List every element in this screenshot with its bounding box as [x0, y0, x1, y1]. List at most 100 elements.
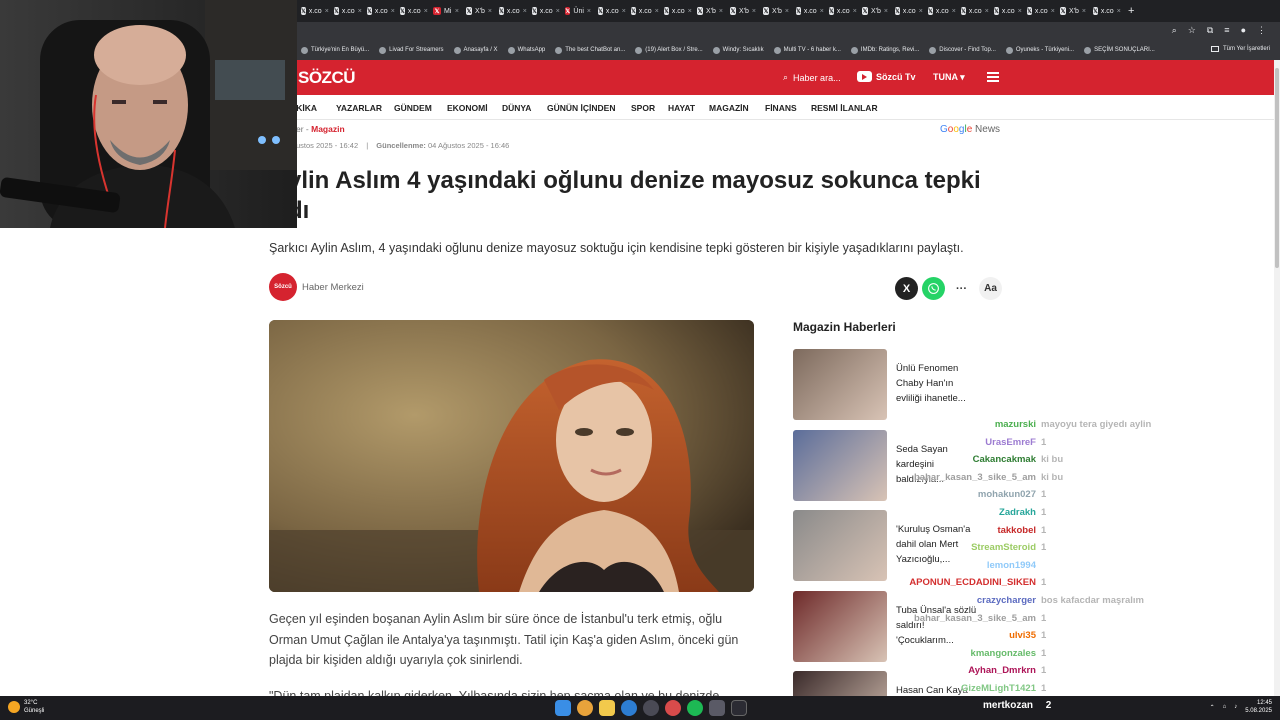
bookmark-item[interactable]: Livad For Streamers [379, 46, 444, 54]
nav-item[interactable]: YAZARLAR [336, 103, 382, 113]
app-icon[interactable] [731, 700, 747, 716]
all-bookmarks[interactable]: Tüm Yer İşaretleri [1210, 46, 1270, 52]
tab-close-icon[interactable]: × [985, 8, 989, 15]
sidebar-news-item[interactable]: Seda Sayan kardeşini baldızıyla... [793, 430, 983, 501]
browser-tab[interactable]: 𝕏x.co × [660, 2, 693, 20]
tab-close-icon[interactable]: × [919, 8, 923, 15]
nav-item[interactable]: FİNANS [765, 103, 797, 113]
tab-close-icon[interactable]: × [952, 8, 956, 15]
browser-tab[interactable]: 𝕏 Mi × [429, 2, 462, 20]
author-avatar[interactable]: Sözcü [269, 273, 297, 301]
tab-close-icon[interactable]: × [424, 8, 428, 15]
browser-tab[interactable]: 𝕏x.co × [528, 2, 561, 20]
tab-close-icon[interactable]: × [1117, 8, 1121, 15]
share-whatsapp-button[interactable] [922, 277, 945, 300]
app-icon[interactable] [709, 700, 725, 716]
share-x-button[interactable]: X [895, 277, 918, 300]
tab-close-icon[interactable]: × [853, 8, 857, 15]
browser-tab[interactable]: 𝕏x.co × [297, 2, 330, 20]
nav-item[interactable]: GÜNDEM [394, 103, 432, 113]
more-icon[interactable]: ⋮ [1257, 25, 1266, 36]
browser-tab[interactable]: 𝕏 Üni × [561, 2, 594, 20]
browser-tab[interactable]: 𝕏 X'b × [462, 2, 495, 20]
chrome-icon[interactable] [577, 700, 593, 716]
start-icon[interactable] [555, 700, 571, 716]
bookmark-item[interactable]: (19) Alert Box / Stre... [635, 46, 703, 54]
browser-tab[interactable]: 𝕏x.co × [1023, 2, 1056, 20]
site-logo[interactable]: SÖZCÜ [298, 68, 356, 88]
tab-close-icon[interactable]: × [884, 8, 888, 15]
bookmark-item[interactable]: Multi TV - 6 haber k... [773, 46, 841, 54]
volume-icon[interactable]: ♪ [1234, 704, 1237, 710]
nav-item[interactable]: GÜNÜN İÇİNDEN [547, 103, 615, 113]
new-tab-button[interactable]: + [1128, 5, 1134, 17]
bookmark-star-icon[interactable]: ☆ [1188, 25, 1196, 36]
tab-close-icon[interactable]: × [358, 8, 362, 15]
browser-tab[interactable]: 𝕏x.co × [792, 2, 825, 20]
tab-close-icon[interactable]: × [655, 8, 659, 15]
bookmark-item[interactable]: Windy: Sıcaklık [712, 46, 764, 54]
tab-close-icon[interactable]: × [587, 8, 591, 15]
steam-icon[interactable] [643, 700, 659, 716]
bookmark-item[interactable]: Oyuneks - Türkiyeni... [1005, 46, 1074, 54]
browser-tab[interactable]: 𝕏x.co × [495, 2, 528, 20]
google-news-button[interactable]: Google News [940, 124, 1000, 135]
tray-chevron-icon[interactable]: ⌃ [1210, 704, 1215, 711]
file-explorer-icon[interactable] [599, 700, 615, 716]
browser-tab[interactable]: 𝕏x.co × [1089, 2, 1122, 20]
scrollbar-thumb[interactable] [1275, 68, 1279, 268]
tab-close-icon[interactable]: × [523, 8, 527, 15]
bookmark-item[interactable]: Türkiye'nin En Büyü... [301, 46, 369, 54]
browser-tab[interactable]: 𝕏x.co × [627, 2, 660, 20]
tab-close-icon[interactable]: × [622, 8, 626, 15]
tab-close-icon[interactable]: × [455, 8, 459, 15]
browser-tab[interactable]: 𝕏 X'b × [759, 2, 792, 20]
tab-close-icon[interactable]: × [488, 8, 492, 15]
nav-item[interactable]: EKONOMİ [447, 103, 488, 113]
edge-icon[interactable] [621, 700, 637, 716]
browser-tab[interactable]: 𝕏 X'b × [693, 2, 726, 20]
bookmark-item[interactable]: IMDb: Ratings, Revi... [850, 46, 919, 54]
browser-tab[interactable]: 𝕏x.co × [990, 2, 1023, 20]
bookmark-item[interactable]: Discover - Find Top... [929, 46, 996, 54]
tab-close-icon[interactable]: × [785, 8, 789, 15]
browser-tab[interactable]: 𝕏x.co × [924, 2, 957, 20]
bookmark-item[interactable]: SEÇİM SONUÇLARI... [1084, 46, 1155, 54]
obs-icon[interactable] [665, 700, 681, 716]
tab-close-icon[interactable]: × [1051, 8, 1055, 15]
tab-close-icon[interactable]: × [820, 8, 824, 15]
network-icon[interactable]: ⌂ [1223, 704, 1227, 710]
weather-widget[interactable]: 32°C Güneşli [8, 699, 44, 715]
extension-icon[interactable]: ⧉ [1207, 25, 1213, 36]
sidebar-news-item[interactable]: Ünlü Fenomen Chaby Han'ın evliliği ihane… [793, 349, 983, 420]
author-name[interactable]: Haber Merkezi [302, 282, 364, 293]
browser-tab[interactable]: 𝕏x.co × [594, 2, 627, 20]
tab-close-icon[interactable]: × [688, 8, 692, 15]
nav-item[interactable]: RESMİ İLANLAR [811, 103, 878, 113]
nav-item[interactable]: MAGAZİN [709, 103, 749, 113]
tab-close-icon[interactable]: × [556, 8, 560, 15]
browser-tab[interactable]: 𝕏x.co × [330, 2, 363, 20]
tab-close-icon[interactable]: × [752, 8, 756, 15]
menu-icon[interactable]: ≡ [1224, 25, 1229, 36]
browser-tab[interactable]: 𝕏x.co × [957, 2, 990, 20]
sozcu-tv-link[interactable]: Sözcü Tv [857, 71, 916, 82]
nav-item[interactable]: SPOR [631, 103, 655, 113]
hamburger-menu-icon[interactable] [987, 72, 999, 82]
tab-close-icon[interactable]: × [325, 8, 329, 15]
tab-close-icon[interactable]: × [1082, 8, 1086, 15]
bookmark-item[interactable]: Anasayfa / X [453, 46, 498, 54]
user-menu[interactable]: TUNA ▾ [933, 72, 965, 83]
browser-tab[interactable]: 𝕏x.co × [396, 2, 429, 20]
tab-close-icon[interactable]: × [1018, 8, 1022, 15]
nav-item[interactable]: DÜNYA [502, 103, 531, 113]
profile-icon[interactable]: ● [1241, 25, 1246, 36]
page-scrollbar[interactable] [1274, 60, 1280, 696]
tab-close-icon[interactable]: × [719, 8, 723, 15]
bookmark-item[interactable]: The best ChatBot an... [555, 46, 625, 54]
font-size-button[interactable]: Aa [979, 277, 1002, 300]
tab-close-icon[interactable]: × [391, 8, 395, 15]
browser-tab[interactable]: 𝕏x.co × [363, 2, 396, 20]
clock[interactable]: 12:45 5.08.2025 [1245, 699, 1272, 715]
browser-tab[interactable]: 𝕏 X'b × [726, 2, 759, 20]
